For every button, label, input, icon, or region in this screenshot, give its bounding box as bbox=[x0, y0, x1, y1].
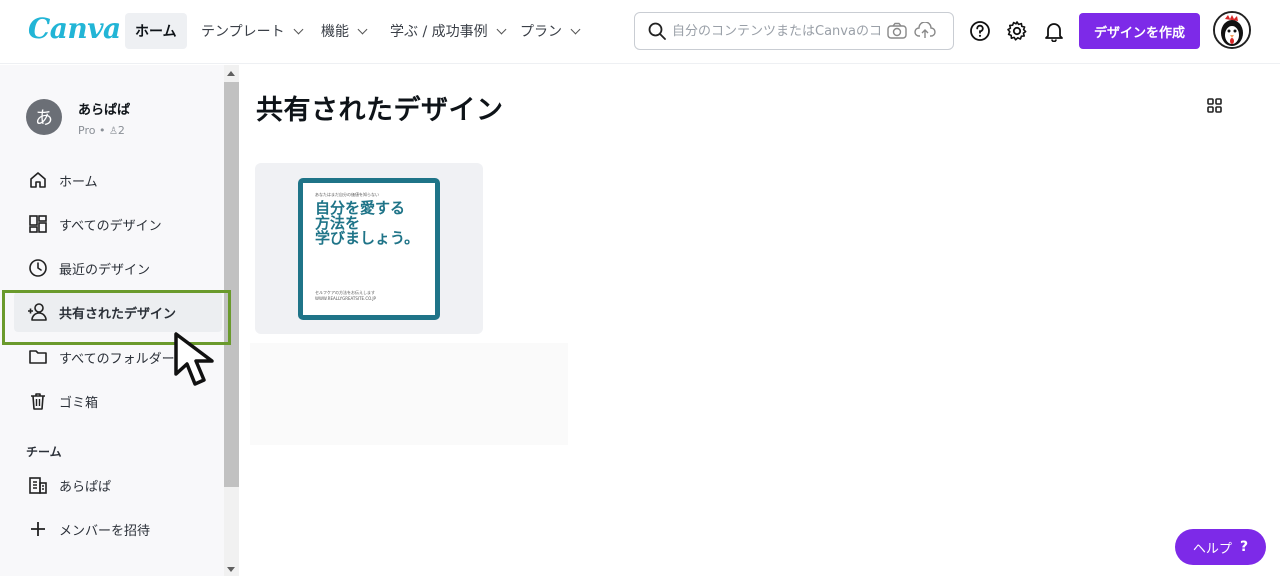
account-name: あらぱぱ bbox=[78, 103, 131, 118]
rooster-avatar-icon bbox=[1215, 13, 1249, 47]
nav-features-label: 機能 bbox=[321, 24, 349, 40]
nav-learn[interactable]: 学ぶ / 成功事例 bbox=[380, 13, 515, 49]
member-count: 2 bbox=[117, 124, 125, 137]
sidebar-item-label: ホーム bbox=[59, 174, 98, 190]
loading-placeholder bbox=[250, 343, 568, 445]
help-button[interactable]: ヘルプ ? bbox=[1175, 529, 1266, 565]
scroll-up-arrow-icon[interactable] bbox=[227, 71, 235, 76]
page-title: 共有されたデザイン bbox=[256, 95, 504, 126]
people-icon: ♙ bbox=[108, 126, 118, 137]
plan-label: Pro bbox=[78, 124, 96, 137]
home-icon bbox=[26, 168, 50, 192]
clock-icon bbox=[26, 256, 50, 280]
design-small-text: あなたはまだ自分の価値を知らない bbox=[315, 192, 379, 197]
sidebar-item-label: すべてのデザイン bbox=[59, 218, 162, 234]
user-avatar[interactable] bbox=[1213, 11, 1251, 49]
nav-templates-label: テンプレート bbox=[201, 24, 285, 40]
design-headline: 自分を愛する 方法を 学びましょう。 bbox=[315, 201, 419, 246]
design-headline-line: 学びましょう。 bbox=[315, 229, 420, 247]
question-mark-icon: ? bbox=[1239, 539, 1249, 555]
sidebar-item-recent[interactable]: 最近のデザイン bbox=[14, 248, 222, 288]
sidebar-item-invite[interactable]: メンバーを招待 bbox=[14, 509, 222, 549]
sidebar-item-label: 最近のデザイン bbox=[59, 262, 151, 278]
camera-icon[interactable] bbox=[886, 22, 908, 40]
nav-learn-label: 学ぶ / 成功事例 bbox=[390, 24, 488, 40]
mouse-cursor-icon bbox=[172, 330, 232, 392]
upload-cloud-icon[interactable] bbox=[914, 22, 936, 40]
scroll-down-arrow-icon[interactable] bbox=[227, 567, 235, 572]
nav-templates[interactable]: テンプレート bbox=[191, 13, 312, 49]
sidebar-item-home[interactable]: ホーム bbox=[14, 160, 222, 200]
sidebar-item-label: あらぱぱ bbox=[59, 479, 112, 495]
plus-icon bbox=[26, 517, 50, 541]
design-thumbnail[interactable]: あなたはまだ自分の価値を知らない 自分を愛する 方法を 学びましょう。 セルフケ… bbox=[298, 178, 440, 320]
grid-view-icon[interactable] bbox=[1205, 96, 1225, 120]
grid-layout-icon bbox=[26, 212, 50, 236]
folder-icon bbox=[26, 345, 50, 369]
canva-logo[interactable]: Canva bbox=[28, 12, 121, 45]
chevron-down-icon bbox=[496, 24, 507, 34]
sidebar-item-label: メンバーを招待 bbox=[59, 523, 151, 539]
search-input[interactable] bbox=[672, 23, 882, 39]
design-footer-url: WWW.REALLYGREATSITE.CO.JP bbox=[315, 296, 376, 301]
chevron-down-icon bbox=[357, 24, 368, 34]
nav-home-label: ホーム bbox=[135, 24, 177, 40]
sidebar-item-team[interactable]: あらぱぱ bbox=[14, 465, 222, 505]
help-circle-icon[interactable] bbox=[966, 17, 994, 45]
nav-plans[interactable]: プラン bbox=[510, 13, 589, 49]
chevron-down-icon bbox=[570, 24, 581, 34]
scroll-thumb[interactable] bbox=[224, 82, 239, 487]
trash-icon bbox=[26, 389, 50, 413]
account-meta: Pro • ♙2 bbox=[78, 124, 125, 137]
search-icon bbox=[648, 22, 666, 40]
search-box[interactable] bbox=[634, 12, 954, 50]
sidebar-item-all-designs[interactable]: すべてのデザイン bbox=[14, 204, 222, 244]
create-design-button[interactable]: デザインを作成 bbox=[1079, 13, 1200, 49]
sidebar-item-label: ゴミ箱 bbox=[59, 395, 99, 411]
sidebar-item-label: すべてのフォルダー bbox=[59, 351, 175, 367]
nav-home[interactable]: ホーム bbox=[125, 13, 187, 49]
building-icon bbox=[26, 473, 50, 497]
design-card[interactable]: あなたはまだ自分の価値を知らない 自分を愛する 方法を 学びましょう。 セルフケ… bbox=[255, 163, 483, 334]
design-thumbnail-canvas: あなたはまだ自分の価値を知らない 自分を愛する 方法を 学びましょう。 セルフケ… bbox=[303, 183, 435, 315]
chevron-down-icon bbox=[293, 24, 304, 34]
team-section-heading: チーム bbox=[26, 445, 62, 459]
account-switcher[interactable]: あ あらぱぱ Pro • ♙2 bbox=[26, 99, 130, 137]
nav-plans-label: プラン bbox=[520, 24, 562, 40]
help-button-label: ヘルプ bbox=[1192, 541, 1232, 557]
top-navigation-bar: Canva ホーム テンプレート 機能 学ぶ / 成功事例 プラン 自分のコンテ… bbox=[0, 0, 1280, 64]
nav-features[interactable]: 機能 bbox=[311, 13, 376, 49]
bell-icon[interactable] bbox=[1040, 17, 1068, 45]
account-avatar: あ bbox=[26, 99, 62, 135]
gear-icon[interactable] bbox=[1003, 17, 1031, 45]
